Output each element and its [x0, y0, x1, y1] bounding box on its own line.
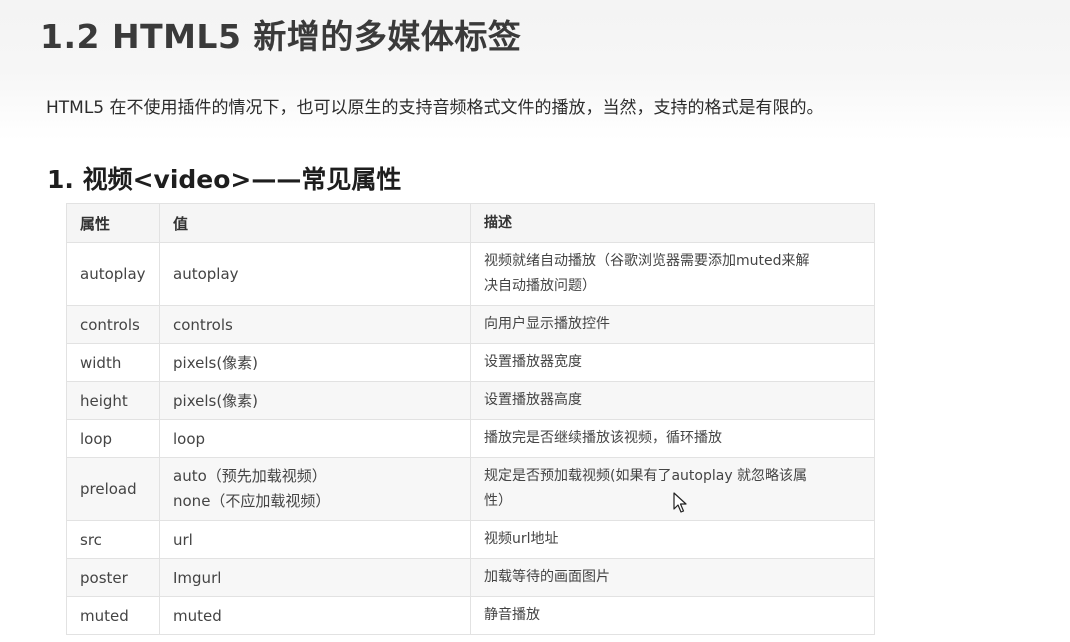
cell-value: muted — [159, 596, 471, 635]
header-value: 值 — [159, 203, 471, 243]
cell-attribute: height — [66, 381, 160, 420]
document-page: 1.2 HTML5 新增的多媒体标签 HTML5 在不使用插件的情况下，也可以原… — [0, 0, 1070, 642]
cell-description: 向用户显示播放控件 — [470, 305, 875, 344]
cell-attribute: width — [66, 343, 160, 382]
cell-description: 设置播放器高度 — [470, 381, 875, 420]
table-row: width pixels(像素) 设置播放器宽度 — [66, 343, 875, 382]
cell-value: loop — [159, 419, 471, 458]
cell-description: 加载等待的画面图片 — [470, 558, 875, 597]
section-heading: 1. 视频<video>——常见属性 — [47, 165, 402, 194]
cell-attribute: loop — [66, 419, 160, 458]
cell-description: 设置播放器宽度 — [470, 343, 875, 382]
page-title: 1.2 HTML5 新增的多媒体标签 — [40, 17, 522, 56]
cell-value: pixels(像素) — [159, 381, 471, 420]
cell-attribute: src — [66, 520, 160, 559]
cell-value: pixels(像素) — [159, 343, 471, 382]
description-line: 视频就绪自动播放（谷歌浏览器需要添加muted来解 — [484, 253, 810, 269]
header-attribute: 属性 — [66, 203, 160, 243]
cell-attribute: muted — [66, 596, 160, 635]
cell-value: auto（预先加载视频） none（不应加载视频） — [159, 457, 471, 521]
table-row: src url 视频url地址 — [66, 520, 875, 559]
table-header-row: 属性 值 描述 — [66, 203, 875, 243]
cell-value: controls — [159, 305, 471, 344]
value-line: none（不应加载视频） — [173, 492, 331, 510]
table-row: controls controls 向用户显示播放控件 — [66, 305, 875, 344]
cell-attribute: autoplay — [66, 242, 160, 306]
video-attributes-table: 属性 值 描述 autoplay autoplay 视频就绪自动播放（谷歌浏览器… — [66, 203, 875, 635]
table-row: poster Imgurl 加载等待的画面图片 — [66, 558, 875, 597]
cell-description: 视频就绪自动播放（谷歌浏览器需要添加muted来解 决自动播放问题） — [470, 242, 875, 306]
table-row: height pixels(像素) 设置播放器高度 — [66, 381, 875, 420]
cell-value: url — [159, 520, 471, 559]
table-row: loop loop 播放完是否继续播放该视频，循环播放 — [66, 419, 875, 458]
cell-description: 播放完是否继续播放该视频，循环播放 — [470, 419, 875, 458]
cell-attribute: preload — [66, 457, 160, 521]
cell-value: Imgurl — [159, 558, 471, 597]
table-row: autoplay autoplay 视频就绪自动播放（谷歌浏览器需要添加mute… — [66, 242, 875, 306]
cell-attribute: poster — [66, 558, 160, 597]
description-line: 决自动播放问题） — [484, 278, 596, 294]
header-description: 描述 — [470, 203, 875, 243]
cell-value: autoplay — [159, 242, 471, 306]
cell-description: 视频url地址 — [470, 520, 875, 559]
table-row: muted muted 静音播放 — [66, 596, 875, 635]
intro-paragraph: HTML5 在不使用插件的情况下，也可以原生的支持音频格式文件的播放，当然，支持… — [46, 98, 824, 118]
value-line: auto（预先加载视频） — [173, 467, 327, 485]
description-line: 规定是否预加载视频(如果有了autoplay 就忽略该属 — [484, 468, 808, 484]
cell-description: 静音播放 — [470, 596, 875, 635]
cell-attribute: controls — [66, 305, 160, 344]
mouse-pointer-icon — [673, 492, 687, 513]
table-row: preload auto（预先加载视频） none（不应加载视频） 规定是否预加… — [66, 457, 875, 521]
